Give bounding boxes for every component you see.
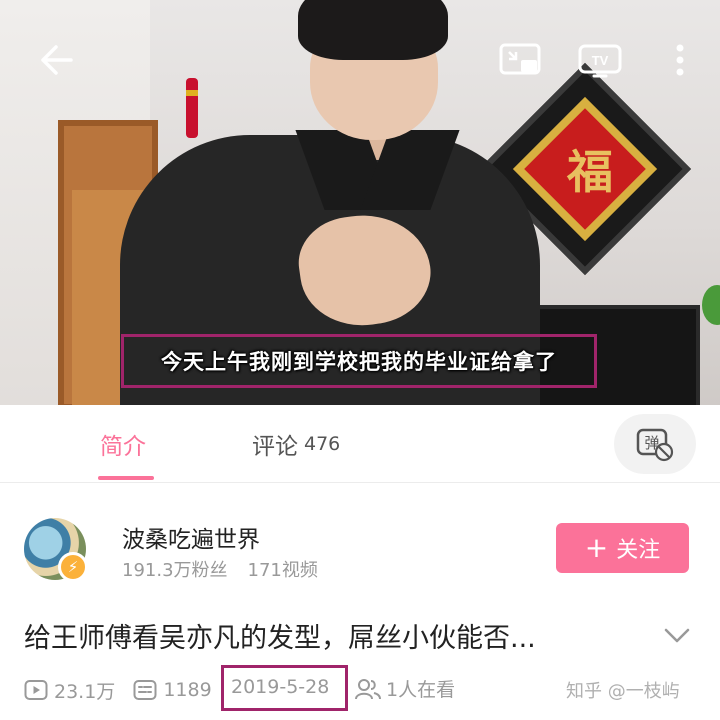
verified-badge-icon: ⚡: [58, 552, 88, 582]
more-button[interactable]: [660, 38, 700, 82]
video-player[interactable]: 福 今天上午我刚到学校把我的毕业证给拿了 TV: [0, 0, 720, 405]
more-vertical-icon: [676, 44, 684, 76]
follow-button[interactable]: + 关注: [556, 523, 689, 573]
viewers-icon: [355, 678, 381, 699]
chevron-down-icon[interactable]: [660, 622, 694, 650]
danmaku-count: 1189: [163, 679, 212, 701]
background-plant: [702, 285, 720, 325]
video-title: 给王师傅看吴亦凡的发型，屌丝小伙能否...: [24, 623, 536, 654]
tv-cast-icon: TV: [578, 44, 622, 78]
active-tab-indicator: [98, 476, 154, 480]
danmaku-count-icon: [133, 680, 157, 700]
tab-comments[interactable]: 评论 476: [252, 405, 340, 483]
tab-intro-label: 简介: [100, 434, 146, 460]
picture-in-picture-icon: [499, 43, 541, 75]
uploader-video-count: 171视频: [247, 560, 318, 581]
cast-button[interactable]: TV: [574, 38, 626, 82]
subtitle-highlight-box: 今天上午我刚到学校把我的毕业证给拿了: [121, 334, 597, 388]
tab-bar: 简介 评论 476: [0, 405, 720, 483]
danmaku-count-stat: 1189: [133, 679, 212, 701]
tab-intro[interactable]: 简介: [100, 405, 146, 483]
play-count-icon: [24, 680, 48, 700]
video-subtitle: 今天上午我刚到学校把我的毕业证给拿了: [161, 350, 557, 374]
uploader-stats: 191.3万粉丝 171视频: [122, 556, 318, 582]
watching-count: 1人在看: [386, 679, 456, 701]
follow-button-label: 关注: [616, 538, 661, 563]
back-arrow-icon: [41, 45, 73, 75]
uploader-followers: 191.3万粉丝: [122, 560, 228, 581]
video-stats-row: 23.1万 1189: [24, 672, 230, 708]
tab-comments-label: 评论: [252, 434, 298, 460]
zhihu-watermark: 知乎 @一枝屿: [566, 681, 680, 702]
view-count: 23.1万: [54, 680, 116, 703]
tab-comments-count: 476: [304, 433, 341, 455]
plus-icon: +: [584, 531, 609, 564]
watching-count-stat: 1人在看: [354, 675, 455, 702]
danmaku-off-icon: 弹: [636, 428, 674, 462]
view-count-stat: 23.1万: [24, 677, 115, 704]
back-button[interactable]: [30, 38, 82, 82]
uploader-name[interactable]: 波桑吃遍世界: [122, 520, 260, 554]
danmaku-toggle-button[interactable]: 弹: [614, 414, 696, 474]
person-hair: [298, 0, 448, 60]
pip-button[interactable]: [495, 38, 545, 82]
svg-text:TV: TV: [592, 53, 609, 68]
publish-date: 2019-5-28: [231, 676, 330, 698]
fu-character: 福: [567, 145, 613, 199]
